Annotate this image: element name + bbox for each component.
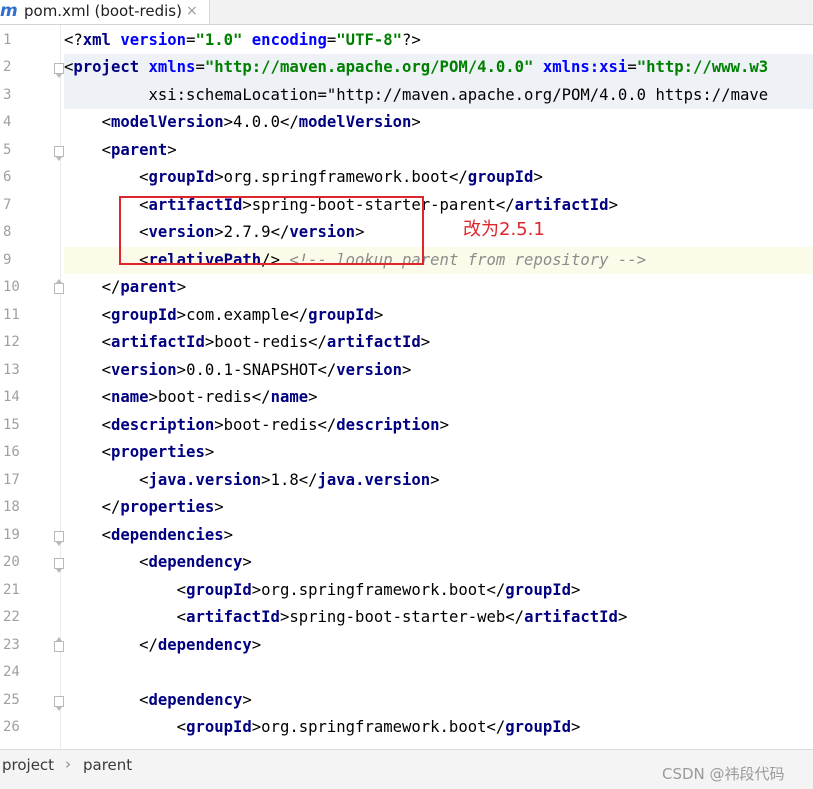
code-line[interactable]: <groupId>org.springframework.boot</group… xyxy=(64,714,813,742)
line-number: 15 xyxy=(3,416,20,433)
code-line[interactable]: <java.version>1.8</java.version> xyxy=(64,467,813,495)
line-number: 7 xyxy=(3,196,12,213)
line-number: 16 xyxy=(3,444,20,460)
code-line[interactable]: <groupId>org.springframework.boot</group… xyxy=(64,164,813,192)
fold-end-icon[interactable] xyxy=(54,636,64,652)
code-line[interactable]: <groupId>com.example</groupId> xyxy=(64,302,813,330)
tab-label: pom.xml (boot-redis) xyxy=(24,2,182,20)
code-line[interactable]: <?xml version="1.0" encoding="UTF-8"?> xyxy=(64,27,813,55)
code-line[interactable]: </properties> xyxy=(64,494,813,522)
annotation-highlight-box xyxy=(119,196,424,265)
line-number: 13 xyxy=(3,361,20,378)
line-number: 1 xyxy=(3,31,12,48)
code-line[interactable]: <dependency> xyxy=(64,549,813,577)
code-line[interactable]: <modelVersion>4.0.0</modelVersion> xyxy=(64,109,813,137)
code-line[interactable]: <properties> xyxy=(64,439,813,467)
line-number: 2 xyxy=(3,59,12,75)
line-number: 22 xyxy=(3,609,20,625)
code-line[interactable]: <project xmlns="http://maven.apache.org/… xyxy=(64,54,813,82)
line-number: 14 xyxy=(3,389,20,405)
line-number: 4 xyxy=(3,114,12,130)
line-number: 10 xyxy=(3,279,20,295)
line-number: 3 xyxy=(3,86,12,103)
tab-pom-xml[interactable]: m pom.xml (boot-redis) × xyxy=(0,0,210,24)
fold-toggle-icon[interactable] xyxy=(54,63,64,78)
maven-m-icon: m xyxy=(0,1,18,21)
code-line[interactable]: <version>0.0.1-SNAPSHOT</version> xyxy=(64,357,813,385)
line-number: 11 xyxy=(3,306,20,323)
code-line[interactable]: <description>boot-redis</description> xyxy=(64,412,813,440)
code-line[interactable]: <artifactId>boot-redis</artifactId> xyxy=(64,329,813,357)
line-number: 18 xyxy=(3,499,20,515)
line-number: 6 xyxy=(3,169,12,185)
line-number: 17 xyxy=(3,471,20,488)
line-number: 24 xyxy=(3,664,20,680)
line-number-gutter: 1 2 3 4 5 6 7 8 9 10 11 12 13 14 15 16 17 18 19 20 21 22 23 24 2… xyxy=(0,25,64,749)
line-number: 5 xyxy=(3,141,12,158)
code-line[interactable]: </parent> xyxy=(64,274,813,302)
line-number: 21 xyxy=(3,581,20,598)
code-line[interactable]: <dependency> xyxy=(64,687,813,715)
fold-toggle-icon[interactable] xyxy=(54,558,64,573)
fold-toggle-icon[interactable] xyxy=(54,530,64,546)
breadcrumb-bar: project › parent CSDN @祎段代码 xyxy=(0,749,813,789)
code-line[interactable]: <parent> xyxy=(64,137,813,165)
line-number: 12 xyxy=(3,334,20,350)
editor-tab-bar: m pom.xml (boot-redis) × xyxy=(0,0,813,25)
code-line[interactable]: <groupId>org.springframework.boot</group… xyxy=(64,577,813,605)
code-line[interactable]: </dependency> xyxy=(64,632,813,660)
line-number: 25 xyxy=(3,691,20,708)
fold-toggle-icon[interactable] xyxy=(54,695,64,711)
breadcrumb-project[interactable]: project xyxy=(2,756,54,774)
code-line[interactable] xyxy=(64,659,813,687)
line-number: 8 xyxy=(3,224,12,240)
close-icon[interactable]: × xyxy=(186,2,198,20)
code-line[interactable]: <dependencies> xyxy=(64,522,813,550)
code-line[interactable]: <name>boot-redis</name> xyxy=(64,384,813,412)
line-number: 9 xyxy=(3,251,12,268)
code-line[interactable]: xsi:schemaLocation="http://maven.apache.… xyxy=(64,81,813,109)
line-number: 19 xyxy=(3,526,20,543)
code-line[interactable]: <artifactId>spring-boot-starter-web</art… xyxy=(64,604,813,632)
breadcrumb-separator: › xyxy=(65,755,71,773)
breadcrumb-parent[interactable]: parent xyxy=(83,756,132,774)
line-number: 20 xyxy=(3,554,20,570)
line-number: 26 xyxy=(3,719,20,735)
watermark: CSDN @祎段代码 xyxy=(662,765,785,783)
fold-toggle-icon[interactable] xyxy=(54,145,64,161)
fold-end-icon[interactable] xyxy=(54,279,64,294)
annotation-note: 改为2.5.1 xyxy=(463,219,545,240)
line-number: 23 xyxy=(3,636,20,653)
code-editor[interactable]: <?xml version="1.0" encoding="UTF-8"?> <p… xyxy=(64,25,813,749)
